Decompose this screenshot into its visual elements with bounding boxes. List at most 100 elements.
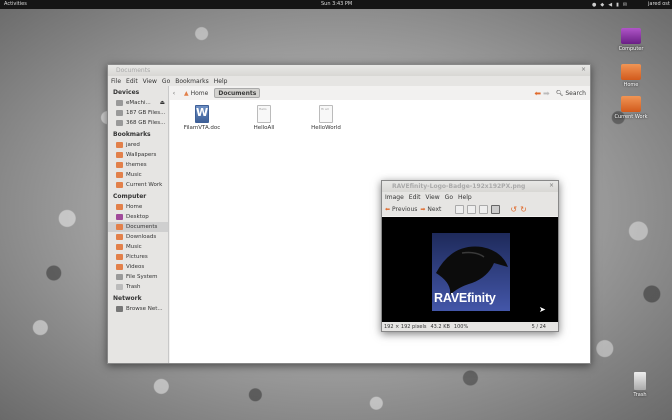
sidebar-header-bookmarks: Bookmarks — [113, 131, 151, 138]
window-title: Documents — [116, 67, 151, 74]
sidebar-item-device[interactable]: eMachi... ⏏ — [108, 98, 168, 108]
sidebar-item-videos[interactable]: Videos — [108, 262, 168, 272]
menu-view[interactable]: View — [425, 194, 439, 201]
sidebar-item-pictures[interactable]: Pictures — [108, 252, 168, 262]
network-icon[interactable]: ◆ — [600, 2, 604, 8]
clock[interactable]: Sun 3:43 PM — [321, 1, 352, 7]
chevron-left-icon[interactable]: ‹ — [170, 90, 178, 97]
file-name: HelloAll — [253, 125, 275, 131]
rotate-right-icon[interactable]: ↻ — [520, 205, 527, 214]
back-arrow-icon[interactable]: ⬅ — [534, 89, 541, 98]
sidebar-item-documents[interactable]: Documents — [108, 222, 168, 232]
search-icon[interactable]: 🔍︎ — [556, 90, 564, 97]
sidebar-item-label: eMachi... — [126, 100, 151, 106]
menu-image[interactable]: Image — [385, 194, 404, 201]
image-position: 5 / 24 — [531, 323, 546, 330]
next-button[interactable]: ➡ Next — [420, 206, 441, 213]
user-menu[interactable]: jared ost — [648, 1, 670, 7]
sidebar-item-trash[interactable]: Trash — [108, 282, 168, 292]
sidebar-item-label: Videos — [126, 264, 145, 270]
eject-icon[interactable]: ⏏ — [160, 100, 165, 106]
desktop-icon-computer[interactable]: Computer — [613, 28, 649, 52]
sidebar-item-browse-network[interactable]: Browse Net... — [108, 304, 168, 314]
sidebar-item-device[interactable]: 187 GB Files... — [108, 108, 168, 118]
sidebar-item-music[interactable]: Music — [108, 170, 168, 180]
breadcrumb-home[interactable]: ▲ Home — [180, 88, 212, 98]
rotate-left-icon[interactable]: ↺ — [510, 205, 517, 214]
desktop-icon — [116, 214, 123, 220]
menu-go[interactable]: Go — [445, 194, 453, 201]
folder-icon — [116, 224, 123, 230]
folder-icon — [116, 244, 123, 250]
sidebar-item-label: Wallpapers — [126, 152, 157, 158]
desktop-icon-label: Current Work — [614, 114, 648, 120]
battery-icon[interactable]: ▮ — [616, 2, 619, 8]
menu-go[interactable]: Go — [162, 78, 170, 85]
title-bar[interactable]: Documents × — [108, 65, 590, 76]
sidebar-header-network: Network — [113, 295, 142, 302]
logo-text: RAVEfinity — [434, 291, 496, 305]
file-item[interactable]: W FilamVTA.doc — [180, 105, 224, 131]
menu-edit[interactable]: Edit — [409, 194, 421, 201]
sidebar-item-file-system[interactable]: File System — [108, 272, 168, 282]
previous-label: Previous — [392, 205, 418, 213]
menu-help[interactable]: Help — [458, 194, 472, 201]
sidebar-item-label: Music — [126, 244, 142, 250]
activities-button[interactable]: Activities — [4, 1, 27, 7]
trash-icon — [634, 372, 646, 390]
forward-arrow-icon[interactable]: ➡ — [543, 89, 550, 98]
sidebar-item-desktop[interactable]: Desktop — [108, 212, 168, 222]
breadcrumb-documents[interactable]: Documents — [214, 88, 261, 98]
sidebar-item-current-work[interactable]: Current Work — [108, 180, 168, 190]
sidebar-item-home[interactable]: Home — [108, 202, 168, 212]
sidebar-header-computer: Computer — [113, 193, 147, 200]
file-item[interactable]: Hi all HelloWorld — [304, 105, 348, 131]
sidebar-item-wallpapers[interactable]: Wallpapers — [108, 150, 168, 160]
drive-icon — [116, 110, 123, 116]
menu-edit[interactable]: Edit — [126, 78, 138, 85]
drive-icon — [116, 120, 123, 126]
file-name: HelloWorld — [311, 125, 341, 131]
desktop-icon-current-work[interactable]: Current Work — [613, 96, 649, 120]
file-item[interactable]: Hello HelloAll — [242, 105, 286, 131]
menu-file[interactable]: File — [111, 78, 121, 85]
location-toolbar: ‹ ▲ Home Documents ⬅ ➡ 🔍︎ Search — [170, 86, 590, 100]
desktop-icon-label: Home — [623, 82, 639, 88]
folder-icon — [116, 254, 123, 260]
breadcrumb-label: Home — [190, 89, 209, 97]
volume-icon[interactable]: ◀ — [608, 2, 612, 8]
home-folder-icon — [621, 64, 641, 80]
folder-icon — [621, 96, 641, 112]
title-bar[interactable]: RAVEfinity-Logo-Badge-192x192PX.png × — [382, 181, 558, 192]
sidebar-item-label: Pictures — [126, 254, 148, 260]
sidebar-item-themes[interactable]: themes — [108, 160, 168, 170]
search-button[interactable]: Search — [565, 90, 586, 97]
sidebar-item-music[interactable]: Music — [108, 242, 168, 252]
accessibility-icon[interactable]: ● — [592, 2, 596, 8]
desktop-icon-trash[interactable]: Trash — [622, 372, 658, 398]
menu-view[interactable]: View — [143, 78, 157, 85]
zoom-in-icon[interactable] — [455, 204, 465, 214]
sidebar-item-label: File System — [126, 274, 158, 280]
image-file-size: 43.2 KB — [430, 323, 450, 330]
menu-bookmarks[interactable]: Bookmarks — [175, 78, 209, 85]
best-fit-icon[interactable] — [491, 204, 501, 214]
previous-button[interactable]: ⬅ Previous — [385, 206, 417, 213]
close-icon[interactable]: × — [549, 182, 554, 189]
zoom-out-icon[interactable] — [467, 204, 477, 214]
home-icon — [116, 204, 123, 210]
close-icon[interactable]: × — [581, 66, 586, 73]
sidebar-item-label: Current Work — [126, 182, 163, 188]
sidebar-item-downloads[interactable]: Downloads — [108, 232, 168, 242]
forward-arrow-icon: ➡ — [420, 205, 426, 213]
text-file-icon: Hello — [257, 105, 271, 123]
sidebar-item-label: Home — [126, 204, 143, 210]
mail-icon[interactable]: ✉ — [623, 2, 627, 8]
image-canvas[interactable]: RAVEfinity — [382, 217, 558, 323]
sidebar-item-jared[interactable]: jared — [108, 140, 168, 150]
desktop-icon-home[interactable]: Home — [613, 64, 649, 88]
zoom-normal-icon[interactable] — [479, 204, 489, 214]
sidebar-item-label: Desktop — [126, 214, 149, 220]
menu-help[interactable]: Help — [214, 78, 228, 85]
sidebar-item-device[interactable]: 368 GB Files... — [108, 118, 168, 128]
